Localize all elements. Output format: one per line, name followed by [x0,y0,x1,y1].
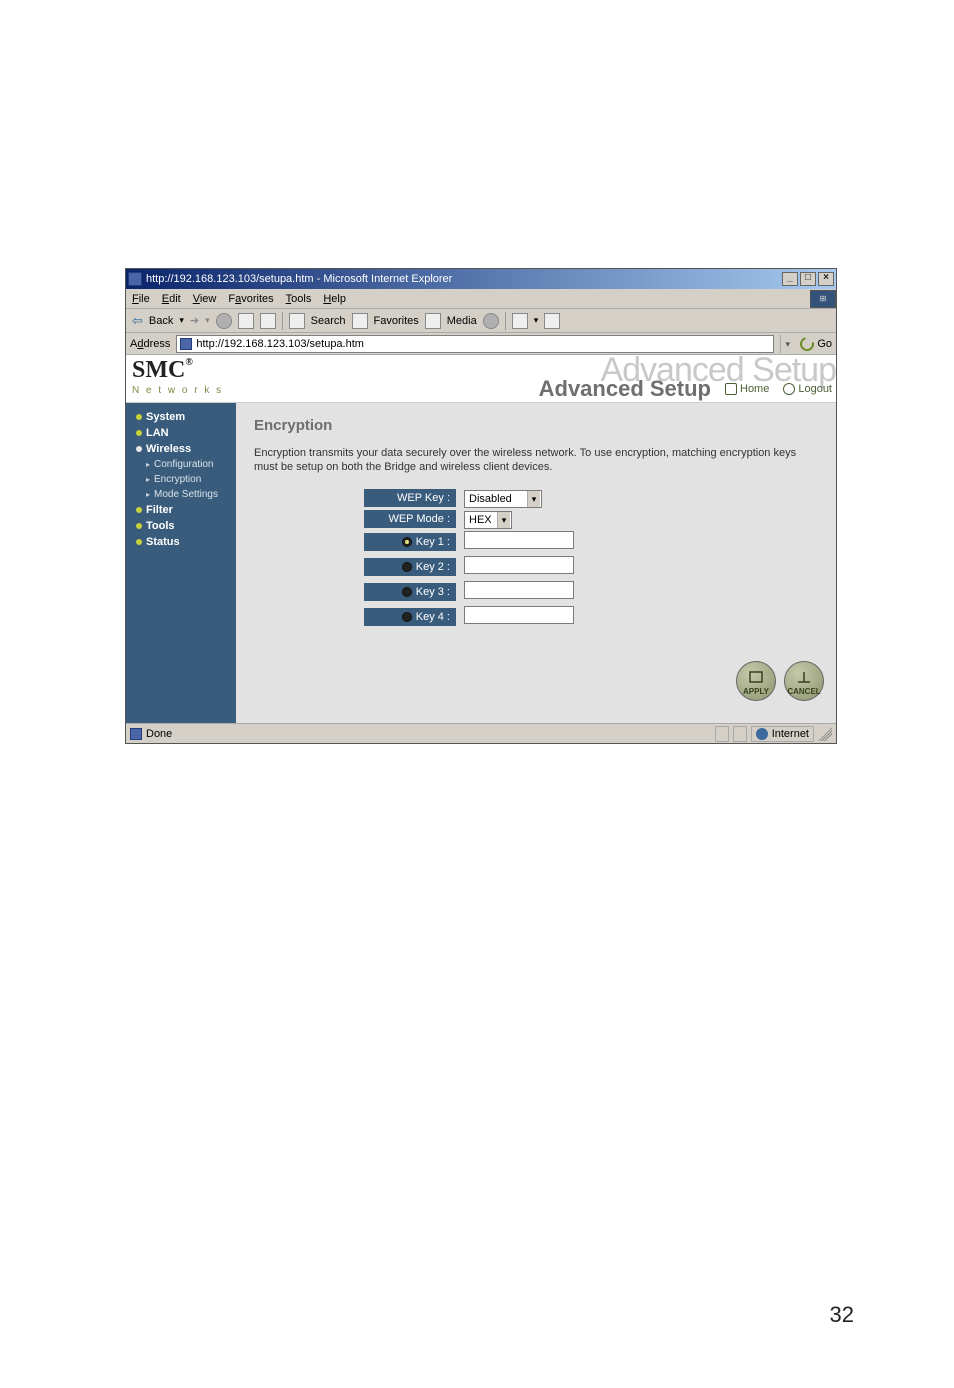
key2-radio[interactable] [402,562,412,572]
address-input[interactable]: http://192.168.123.103/setupa.htm [176,335,774,353]
forward-dropdown-arrow[interactable]: ▾ [205,315,210,326]
apply-icon [746,668,766,686]
browser-window: http://192.168.123.103/setupa.htm - Micr… [125,268,837,744]
window-minimize-button[interactable]: _ [782,272,798,286]
back-label[interactable]: Back [149,315,173,327]
key3-input[interactable] [464,581,574,599]
panel-description: Encryption transmits your data securely … [254,446,818,475]
menu-file[interactable]: FFileile [132,293,150,305]
brand-header: SMC® N e t w o r k s Advanced Setup Adva… [126,355,836,403]
wep-key-label: WEP Key : [364,489,456,507]
wep-mode-selected-value: HEX [469,514,492,526]
key4-radio[interactable] [402,612,412,622]
page-content: SMC® N e t w o r k s Advanced Setup Adva… [126,355,836,723]
media-icon[interactable] [425,313,441,329]
smc-logo: SMC® [132,357,193,384]
key2-input[interactable] [464,556,574,574]
sidebar-item-encryption[interactable]: ▸Encryption [126,472,236,487]
apply-button[interactable]: APPLY [736,661,776,701]
stop-button[interactable] [216,313,232,329]
encryption-form: WEP Key : Disabled WEP Mode : HEX [364,489,818,629]
address-bar-row: Address http://192.168.123.103/setupa.ht… [126,333,836,355]
address-label: Address [130,338,170,350]
go-label: Go [817,338,832,350]
ie-icon [128,272,142,286]
refresh-button[interactable] [238,313,254,329]
key1-label: Key 1 : [364,533,456,551]
key1-radio[interactable] [402,537,412,547]
wep-mode-label: WEP Mode : [364,510,456,528]
key4-input[interactable] [464,606,574,624]
mail-button[interactable] [512,313,528,329]
window-title: http://192.168.123.103/setupa.htm - Micr… [146,273,452,285]
go-icon [798,334,817,353]
sidebar-nav: System LAN Wireless ▸Configuration ▸Encr… [126,403,236,723]
key4-label: Key 4 : [364,608,456,626]
key2-label: Key 2 : [364,558,456,576]
search-label[interactable]: Search [311,315,346,327]
sidebar-item-tools[interactable]: Tools [126,518,236,534]
menu-bar: FFileile Edit View Favorites Tools Help … [126,289,836,309]
home-link[interactable]: Home [725,383,769,395]
main-panel: Encryption Encryption transmits your dat… [236,403,836,723]
menu-edit[interactable]: Edit [162,293,181,305]
media-label[interactable]: Media [447,315,477,327]
windows-flag-icon: ⊞ [810,290,836,308]
wep-key-select[interactable]: Disabled [464,490,542,508]
page-icon [180,338,192,350]
cancel-icon [794,668,814,686]
menu-help[interactable]: Help [323,293,346,305]
address-dropdown-arrow[interactable]: ▾ [780,335,794,353]
standard-toolbar: ⇦ Back ▾ ➔ ▾ Search Favorites Media ▾ [126,309,836,333]
forward-button[interactable]: ➔ [190,314,199,327]
cancel-button[interactable]: CANCEL [784,661,824,701]
key1-input[interactable] [464,531,574,549]
favorites-icon[interactable] [352,313,368,329]
mail-dropdown-arrow[interactable]: ▾ [534,315,539,326]
wep-key-selected-value: Disabled [469,493,512,505]
sidebar-item-wireless[interactable]: Wireless [126,441,236,457]
logout-icon [783,383,795,395]
menu-tools[interactable]: Tools [286,293,312,305]
address-url: http://192.168.123.103/setupa.htm [196,338,364,350]
key3-label: Key 3 : [364,583,456,601]
smc-logo-subtitle: N e t w o r k s [132,385,223,396]
internet-zone-icon [756,728,768,740]
home-button[interactable] [260,313,276,329]
status-text: Done [146,728,172,740]
window-close-button[interactable]: × [818,272,834,286]
print-button[interactable] [544,313,560,329]
window-titlebar: http://192.168.123.103/setupa.htm - Micr… [126,269,836,289]
back-button[interactable]: ⇦ [132,313,143,329]
panel-title: Encryption [254,417,818,434]
sidebar-item-configuration[interactable]: ▸Configuration [126,457,236,472]
search-icon[interactable] [289,313,305,329]
sidebar-item-filter[interactable]: Filter [126,502,236,518]
go-button[interactable]: Go [800,337,832,351]
wep-mode-select[interactable]: HEX [464,511,512,529]
resize-grip-icon[interactable] [818,727,832,741]
home-icon [725,383,737,395]
browser-status-bar: Done Internet [126,723,836,743]
sidebar-item-lan[interactable]: LAN [126,425,236,441]
logout-link[interactable]: Logout [783,383,832,395]
back-dropdown-arrow[interactable]: ▾ [179,315,184,326]
page-number: 32 [830,1302,854,1328]
status-page-icon [130,728,142,740]
history-button[interactable] [483,313,499,329]
advanced-setup-heading: Advanced Setup [539,376,711,402]
sidebar-item-status[interactable]: Status [126,534,236,550]
sidebar-item-mode-settings[interactable]: ▸Mode Settings [126,487,236,502]
status-zone: Internet [751,726,814,742]
window-maximize-button[interactable]: □ [800,272,816,286]
favorites-label[interactable]: Favorites [374,315,419,327]
key3-radio[interactable] [402,587,412,597]
menu-favorites[interactable]: Favorites [228,293,273,305]
sidebar-item-system[interactable]: System [126,409,236,425]
menu-view[interactable]: View [193,293,217,305]
